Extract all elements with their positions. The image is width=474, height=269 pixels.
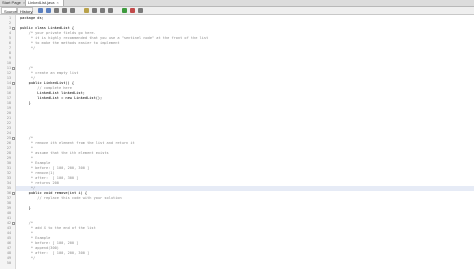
find-prev-icon[interactable] [62, 8, 67, 13]
fold-toggle-icon[interactable] [12, 222, 15, 225]
tab-start-page[interactable]: Start Page × [0, 0, 26, 6]
line-number: 50 [6, 261, 11, 265]
code-line[interactable]: // replace this code with your solution [20, 196, 121, 201]
editor-tab-bar: Start Page × LinkedList.java × [0, 0, 474, 7]
fold-toggle-icon[interactable] [12, 82, 15, 85]
comment-icon[interactable] [100, 8, 105, 13]
editor-toolbar: Source History [0, 7, 474, 15]
fold-toggle-icon[interactable] [12, 137, 15, 140]
tab-label: LinkedList.java [28, 0, 55, 5]
search-icon[interactable] [54, 8, 59, 13]
run-icon[interactable] [122, 8, 127, 13]
source-button[interactable]: Source [1, 7, 17, 14]
code-line[interactable]: * assume that the ith element exists [20, 151, 109, 156]
close-icon[interactable]: × [56, 0, 58, 5]
toggle-highlight-icon[interactable] [84, 8, 89, 13]
code-line[interactable]: } [20, 206, 31, 211]
tab-linkedlist[interactable]: LinkedList.java × [26, 0, 64, 6]
fold-toggle-icon[interactable] [12, 67, 15, 70]
close-icon[interactable]: × [23, 0, 25, 5]
fold-toggle-icon[interactable] [12, 192, 15, 195]
uncomment-icon[interactable] [108, 8, 113, 13]
code-line[interactable]: * remove ith element from the list and r… [20, 141, 135, 146]
tab-label: Start Page [2, 0, 21, 5]
history-button[interactable]: History [17, 7, 33, 14]
fold-toggle-icon[interactable] [12, 27, 15, 30]
code-line[interactable]: */ [20, 256, 35, 261]
back-icon[interactable] [38, 8, 43, 13]
code-line[interactable]: package ds; [20, 16, 44, 21]
code-line[interactable]: */ [20, 46, 35, 51]
forward-icon[interactable] [46, 8, 51, 13]
code-line[interactable]: linkedList = new LinkedList(); [20, 96, 102, 101]
code-editor[interactable]: package ds; public class LinkedList { /* … [16, 15, 474, 269]
find-next-icon[interactable] [70, 8, 75, 13]
stop-icon[interactable] [130, 8, 135, 13]
macro-icon[interactable] [138, 8, 143, 13]
toggle-rect-select-icon[interactable] [92, 8, 97, 13]
code-line[interactable]: } [20, 101, 31, 106]
line-number-gutter: 1 2 3 4 5 6 7 8 9 10 11 12 13 14 15 16 17 18 19 20 21 22 23 24 2… [0, 15, 16, 269]
